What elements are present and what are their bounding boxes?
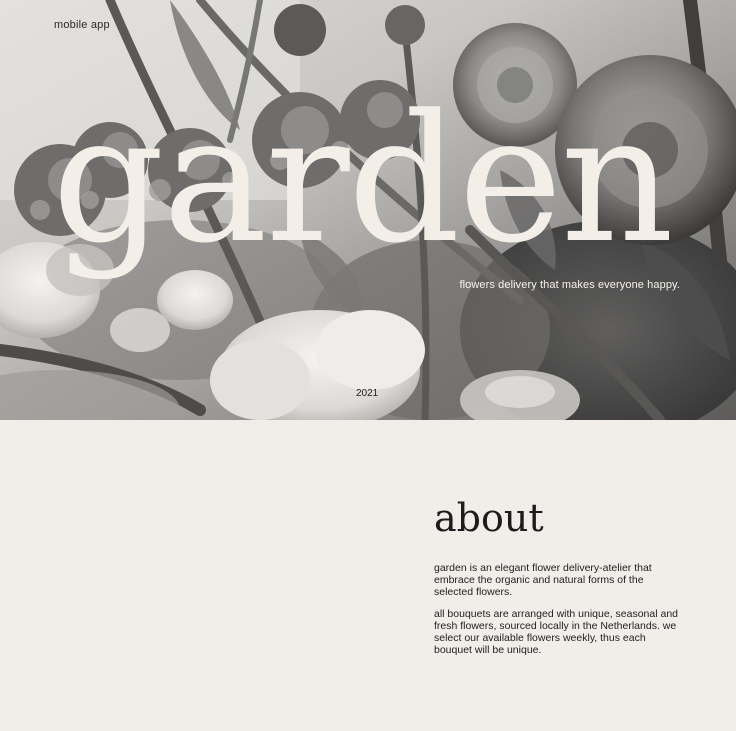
- hero-section: mobile app garden flowers delivery that …: [0, 0, 736, 420]
- brand-tag: mobile app: [54, 19, 110, 31]
- about-paragraph-2: all bouquets are arranged with unique, s…: [434, 607, 679, 656]
- about-heading: about: [434, 496, 544, 540]
- page: mobile app garden flowers delivery that …: [0, 0, 736, 731]
- hero-title: garden: [52, 77, 674, 282]
- about-section: about garden is an elegant flower delive…: [434, 496, 684, 666]
- hero-year: 2021: [356, 388, 379, 399]
- hero-tagline: flowers delivery that makes everyone hap…: [459, 279, 680, 291]
- about-paragraph-1: garden is an elegant flower delivery-ate…: [434, 561, 652, 598]
